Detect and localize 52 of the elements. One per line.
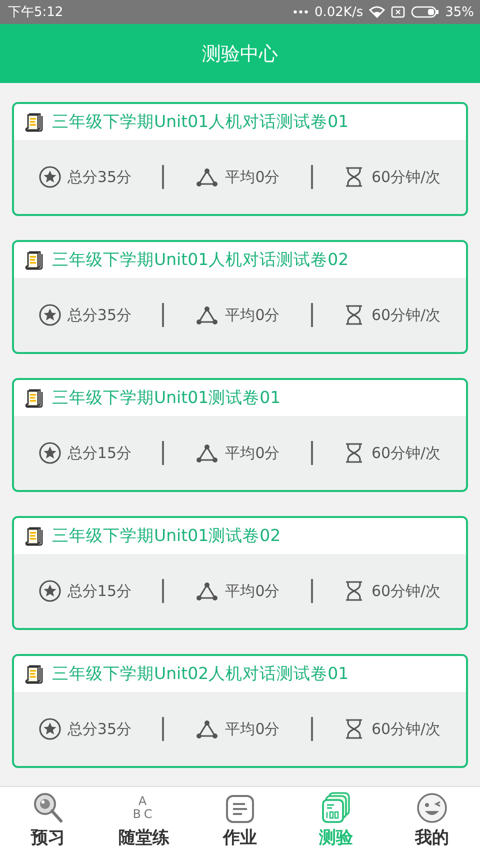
triangle-icon xyxy=(195,718,220,740)
time-limit: 60分钟/次 xyxy=(371,168,441,186)
time-limit: 60分钟/次 xyxy=(371,306,441,324)
total-score: 总分35分 xyxy=(67,168,132,186)
tab-item[interactable]: A BC 随堂练 xyxy=(96,787,192,853)
magnifier-icon xyxy=(33,792,63,824)
battery-icon xyxy=(411,6,440,18)
status-dots: ••• xyxy=(292,6,308,18)
scroll-icon xyxy=(25,112,43,132)
time-limit: 60分钟/次 xyxy=(371,444,441,462)
sim-icon xyxy=(391,6,406,18)
tab-item[interactable]: 我的 xyxy=(384,787,480,853)
tab-item[interactable]: 预习 xyxy=(0,787,96,853)
test-title: 三年级下学期Unit01人机对话测试卷02 xyxy=(52,249,349,271)
network-speed: 0.02K/s xyxy=(314,4,364,20)
time-limit: 60分钟/次 xyxy=(371,720,441,738)
triangle-icon xyxy=(195,304,220,326)
total-score: 总分35分 xyxy=(67,720,132,738)
status-time: 下午5:12 xyxy=(8,4,64,21)
wifi-icon xyxy=(369,6,386,18)
document-icon xyxy=(225,794,255,824)
letters-icon: A BC xyxy=(132,792,156,824)
average-score: 平均0分 xyxy=(225,168,280,186)
test-card[interactable]: 三年级下学期Unit01人机对话测试卷02 总分35分 平均0分 60分钟/次 xyxy=(12,240,468,354)
triangle-icon xyxy=(195,166,220,188)
average-score: 平均0分 xyxy=(225,444,280,462)
scroll-icon xyxy=(25,388,43,408)
battery-percent: 35% xyxy=(445,4,474,20)
test-title: 三年级下学期Unit01人机对话测试卷01 xyxy=(52,111,349,133)
test-title: 三年级下学期Unit02人机对话测试卷01 xyxy=(52,663,349,685)
test-card[interactable]: 三年级下学期Unit02人机对话测试卷01 总分35分 平均0分 60分钟/次 xyxy=(12,654,468,768)
average-score: 平均0分 xyxy=(225,582,280,600)
scroll-icon xyxy=(25,526,43,546)
time-limit: 60分钟/次 xyxy=(371,582,441,600)
triangle-icon xyxy=(195,580,220,602)
triangle-icon xyxy=(195,442,220,464)
scroll-icon xyxy=(25,250,43,270)
test-title: 三年级下学期Unit01测试卷02 xyxy=(52,525,281,547)
header-title: 测验中心 xyxy=(202,42,278,66)
test-paper-icon xyxy=(321,792,351,824)
test-card[interactable]: 三年级下学期Unit01测试卷02 总分15分 平均0分 60分钟/次 xyxy=(12,516,468,630)
smiley-icon xyxy=(416,792,448,824)
tab-item[interactable]: 作业 xyxy=(192,787,288,853)
average-score: 平均0分 xyxy=(225,720,280,738)
total-score: 总分35分 xyxy=(67,306,132,324)
total-score: 总分15分 xyxy=(67,444,132,462)
average-score: 平均0分 xyxy=(225,306,280,324)
test-card[interactable]: 三年级下学期Unit01测试卷01 总分15分 平均0分 60分钟/次 xyxy=(12,378,468,492)
scroll-icon xyxy=(25,664,43,684)
test-title: 三年级下学期Unit01测试卷01 xyxy=(52,387,281,409)
total-score: 总分15分 xyxy=(67,582,132,600)
test-card[interactable]: 三年级下学期Unit01人机对话测试卷01 总分35分 平均0分 60分钟/次 xyxy=(12,102,468,216)
